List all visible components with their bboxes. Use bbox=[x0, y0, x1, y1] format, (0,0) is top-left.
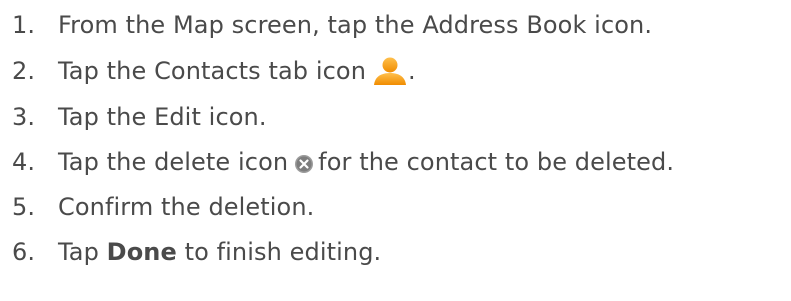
step-text: Tap the Contacts tab icon . bbox=[58, 56, 416, 86]
step-3: 3. Tap the Edit icon. bbox=[0, 97, 791, 137]
step-number: 2. bbox=[12, 57, 36, 85]
step-1: 1. From the Map screen, tap the Address … bbox=[0, 5, 791, 45]
step-text: Tap the Edit icon. bbox=[58, 103, 267, 131]
step-text: Tap Done to finish editing. bbox=[58, 238, 381, 266]
step-2: 2. Tap the Contacts tab icon . bbox=[0, 51, 791, 91]
step-number: 6. bbox=[12, 238, 36, 266]
step-text-before: Tap the Contacts tab icon bbox=[58, 57, 367, 85]
step-number: 1. bbox=[12, 11, 36, 39]
step-text-before: Tap bbox=[58, 238, 99, 266]
step-6: 6. Tap Done to finish editing. bbox=[0, 232, 791, 272]
step-4: 4. Tap the delete icon for the contact t… bbox=[0, 142, 791, 182]
step-text-after: . bbox=[408, 57, 416, 85]
step-5: 5. Confirm the deletion. bbox=[0, 187, 791, 227]
step-text-after: for the contact to be deleted. bbox=[318, 148, 675, 176]
step-number: 5. bbox=[12, 193, 36, 221]
step-text: Confirm the deletion. bbox=[58, 193, 315, 221]
contacts-person-icon bbox=[372, 56, 408, 86]
step-text-before: Tap the delete icon bbox=[58, 148, 289, 176]
step-text: From the Map screen, tap the Address Boo… bbox=[58, 11, 653, 39]
step-number: 3. bbox=[12, 103, 36, 131]
step-text-after: to finish editing. bbox=[184, 238, 382, 266]
step-text: Tap the delete icon for the contact to b… bbox=[58, 148, 674, 176]
step-number: 4. bbox=[12, 148, 36, 176]
delete-circle-x-icon bbox=[294, 152, 314, 173]
done-label: Done bbox=[106, 238, 177, 266]
